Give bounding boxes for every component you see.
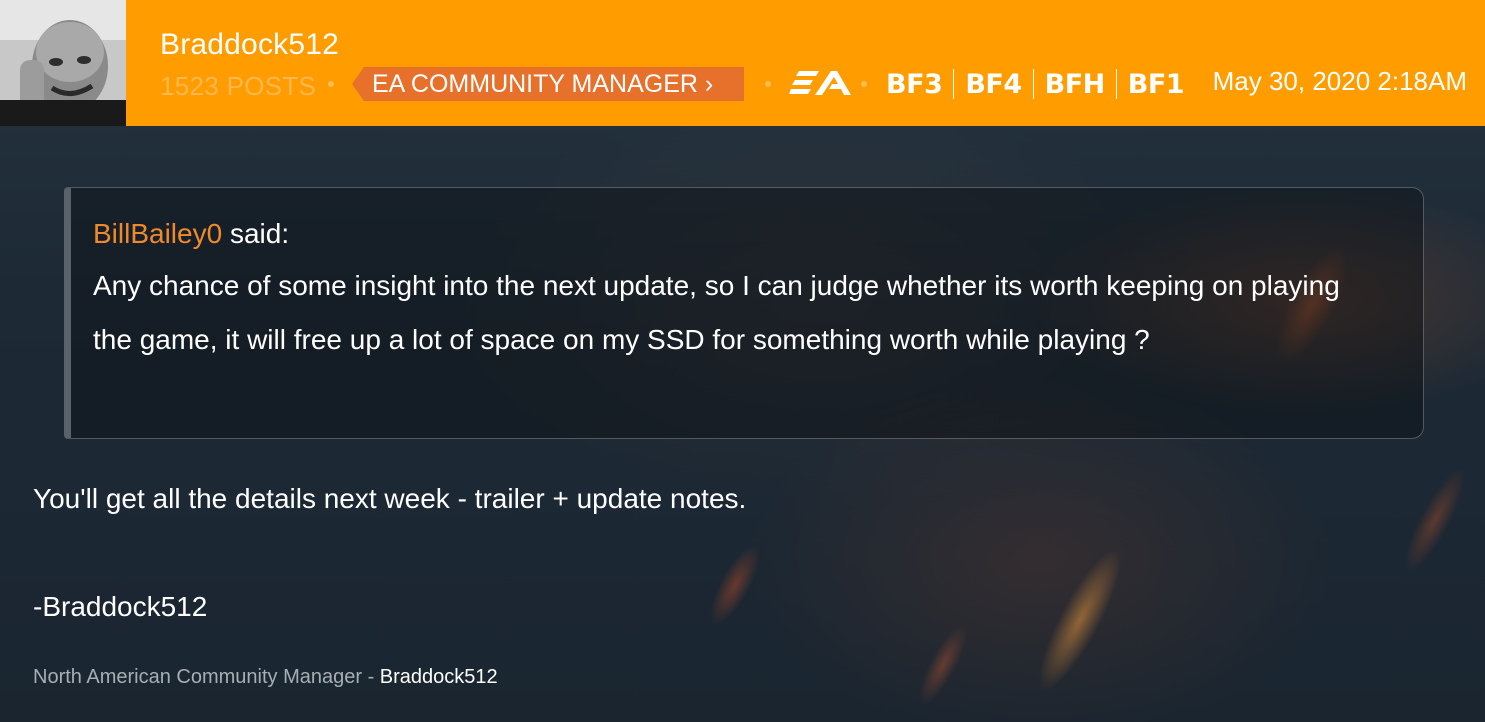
game-divider — [1032, 69, 1034, 99]
ea-logo-icon — [789, 67, 851, 104]
game-divider — [953, 69, 955, 99]
signature-name: Braddock512 — [379, 666, 498, 688]
separator-dot — [861, 81, 867, 87]
role-badge[interactable]: EA COMMUNITY MANAGER › — [352, 67, 744, 101]
separator-dot — [328, 81, 334, 87]
background-streak — [700, 538, 770, 632]
quote-author-link[interactable]: BillBailey0 — [93, 218, 222, 249]
post-count: 1523 POSTS — [160, 71, 317, 101]
game-bf1[interactable]: BF1 — [1128, 69, 1185, 100]
signature: North American Community Manager - Bradd… — [33, 666, 498, 689]
quote-block: BillBailey0 said: Any chance of some ins… — [64, 187, 1424, 439]
signature-title: North American Community Manager - — [33, 666, 380, 688]
background-streak — [1024, 539, 1136, 701]
quote-said-label: said: — [229, 218, 290, 249]
avatar[interactable] — [0, 0, 126, 126]
background-streak — [1393, 459, 1477, 581]
game-bf3[interactable]: BF3 — [886, 69, 943, 100]
post-date[interactable]: May 30, 2020 2:18AM — [1213, 66, 1467, 97]
game-bf4[interactable]: BF4 — [965, 69, 1022, 100]
post-header: Braddock512 1523 POSTS EA COMMUNITY MANA… — [0, 0, 1485, 126]
background-streak — [910, 619, 976, 711]
post-body: You'll get all the details next week - t… — [33, 483, 747, 514]
game-divider — [1115, 69, 1117, 99]
post-signoff: -Braddock512 — [33, 591, 208, 622]
avatar-photo — [0, 0, 126, 126]
separator-dot — [765, 81, 771, 87]
quote-header: BillBailey0 said: — [93, 216, 1399, 252]
game-bfh[interactable]: BFH — [1045, 69, 1106, 100]
username[interactable]: Braddock512 — [160, 28, 339, 62]
game-list: BF3 BF4 BFH BF1 — [886, 67, 1185, 101]
quote-text: Any chance of some insight into the next… — [93, 270, 1340, 355]
